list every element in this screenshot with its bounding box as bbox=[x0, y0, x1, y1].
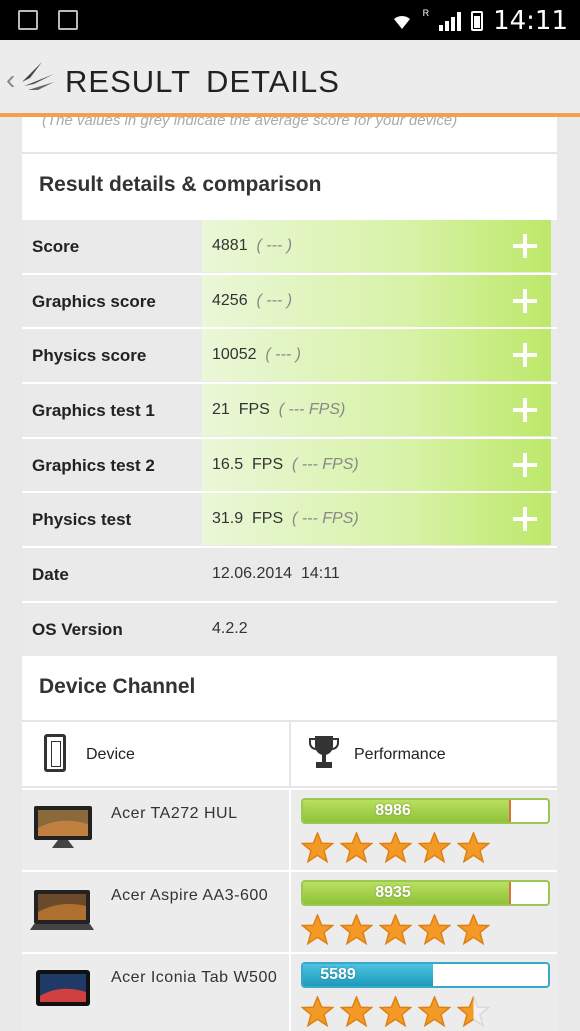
row-label: OS Version bbox=[32, 619, 123, 639]
trophy-icon bbox=[309, 736, 339, 768]
device-name: Acer Iconia Tab W500 bbox=[111, 969, 278, 986]
notification-app-icon bbox=[18, 10, 38, 30]
device-thumbnail bbox=[34, 806, 92, 848]
list-item-device[interactable]: Acer Aspire AA3-600 8935 bbox=[22, 872, 557, 954]
expand-plus-icon[interactable] bbox=[513, 234, 537, 258]
row-label: Graphics score bbox=[32, 291, 156, 311]
list-item-device[interactable]: Acer TA272 HUL 8986 bbox=[22, 790, 557, 872]
star-icon bbox=[301, 996, 334, 1028]
image-notification-icon bbox=[58, 10, 78, 30]
status-bar: R 14:11 bbox=[0, 0, 580, 40]
row-value: 12.06.2014 14:11 bbox=[212, 565, 340, 583]
device-thumbnail bbox=[30, 890, 94, 930]
row-value: 4881 ( --- ) bbox=[212, 237, 293, 254]
table-row-graphics-test-1[interactable]: Graphics test 1 21 FPS ( --- FPS) bbox=[22, 384, 557, 439]
wifi-icon bbox=[393, 15, 410, 29]
row-value: 21 FPS ( --- FPS) bbox=[212, 401, 346, 419]
star-icon bbox=[340, 832, 373, 864]
star-icon bbox=[340, 996, 373, 1028]
device-name: Acer TA272 HUL bbox=[111, 805, 238, 822]
row-value: 16.5 FPS ( --- FPS) bbox=[212, 455, 359, 473]
list-item-device[interactable]: Acer Iconia Tab W500 5589 bbox=[22, 954, 557, 1031]
comparison-section-title: Result details & comparison bbox=[39, 173, 322, 196]
3dmark-logo-icon[interactable] bbox=[20, 60, 56, 96]
action-bar: ‹ RESULT DETAILS bbox=[0, 40, 580, 117]
star-icon bbox=[457, 996, 490, 1028]
performance-score: 8935 bbox=[375, 884, 411, 901]
result-details-table: Score 4881 ( --- ) Graphics score 4256 (… bbox=[22, 220, 557, 658]
performance-column-label: Performance bbox=[354, 746, 446, 763]
chevron-left-icon[interactable]: ‹ bbox=[6, 64, 15, 96]
star-icon bbox=[379, 832, 412, 864]
device-name: Acer Aspire AA3-600 bbox=[111, 887, 269, 904]
row-label: Graphics test 2 bbox=[32, 455, 155, 475]
roaming-indicator: R bbox=[422, 8, 430, 18]
performance-bar: 8986 bbox=[301, 798, 550, 824]
divider bbox=[289, 722, 291, 788]
divider bbox=[22, 152, 557, 154]
expand-plus-icon[interactable] bbox=[513, 452, 537, 477]
table-row-os-version: OS Version 4.2.2 bbox=[22, 602, 557, 658]
device-channel-title: Device Channel bbox=[39, 675, 196, 698]
rating-stars bbox=[301, 914, 490, 946]
row-value: 4256 ( --- ) bbox=[212, 291, 293, 309]
device-column-label: Device bbox=[86, 746, 135, 763]
performance-score: 5589 bbox=[320, 966, 356, 983]
star-icon bbox=[457, 914, 490, 946]
rating-stars bbox=[301, 832, 490, 864]
star-icon bbox=[379, 996, 412, 1028]
star-icon bbox=[418, 832, 451, 864]
table-row-score[interactable]: Score 4881 ( --- ) bbox=[22, 220, 557, 275]
performance-bar: 8935 bbox=[301, 880, 550, 906]
expand-plus-icon[interactable] bbox=[513, 398, 537, 423]
table-row-physics-score[interactable]: Physics score 10052 ( --- ) bbox=[22, 329, 557, 385]
expand-plus-icon[interactable] bbox=[513, 507, 537, 532]
device-list: Acer TA272 HUL 8986 Acer Aspire AA3-600 bbox=[22, 790, 557, 1031]
average-score-note: (The values in grey indicate the average… bbox=[42, 117, 458, 129]
device-phone-icon bbox=[44, 734, 66, 772]
device-thumbnail bbox=[36, 970, 90, 1006]
performance-score: 8986 bbox=[375, 802, 411, 819]
performance-bar: 5589 bbox=[301, 962, 550, 988]
row-label: Graphics test 1 bbox=[32, 401, 155, 421]
table-row-graphics-test-2[interactable]: Graphics test 2 16.5 FPS ( --- FPS) bbox=[22, 438, 557, 494]
rating-stars bbox=[301, 996, 490, 1028]
table-row-date: Date 12.06.2014 14:11 bbox=[22, 548, 557, 603]
device-channel-header: Device Performance bbox=[22, 720, 557, 788]
page-title: RESULT DETAILS bbox=[65, 64, 340, 99]
row-value: 10052 ( --- ) bbox=[212, 346, 301, 364]
status-time: 14:11 bbox=[493, 6, 568, 36]
star-icon bbox=[379, 914, 412, 946]
row-label: Physics test bbox=[32, 510, 132, 530]
row-value: 4.2.2 bbox=[212, 619, 248, 637]
star-icon bbox=[301, 832, 334, 864]
table-row-graphics-score[interactable]: Graphics score 4256 ( --- ) bbox=[22, 274, 557, 330]
table-row-physics-test[interactable]: Physics test 31.9 FPS ( --- FPS) bbox=[22, 493, 557, 549]
row-label: Physics score bbox=[32, 346, 147, 366]
star-icon bbox=[418, 914, 451, 946]
expand-plus-icon[interactable] bbox=[513, 343, 537, 368]
row-value: 31.9 FPS ( --- FPS) bbox=[212, 510, 359, 528]
battery-icon bbox=[471, 11, 484, 31]
content-card: (The values in grey indicate the average… bbox=[22, 117, 557, 1031]
star-icon bbox=[340, 914, 373, 946]
expand-plus-icon[interactable] bbox=[513, 288, 537, 313]
star-icon bbox=[457, 832, 490, 864]
star-icon bbox=[301, 914, 334, 946]
star-icon bbox=[418, 996, 451, 1028]
signal-icon bbox=[439, 11, 462, 31]
row-label: Score bbox=[32, 237, 80, 256]
row-label: Date bbox=[32, 565, 69, 585]
